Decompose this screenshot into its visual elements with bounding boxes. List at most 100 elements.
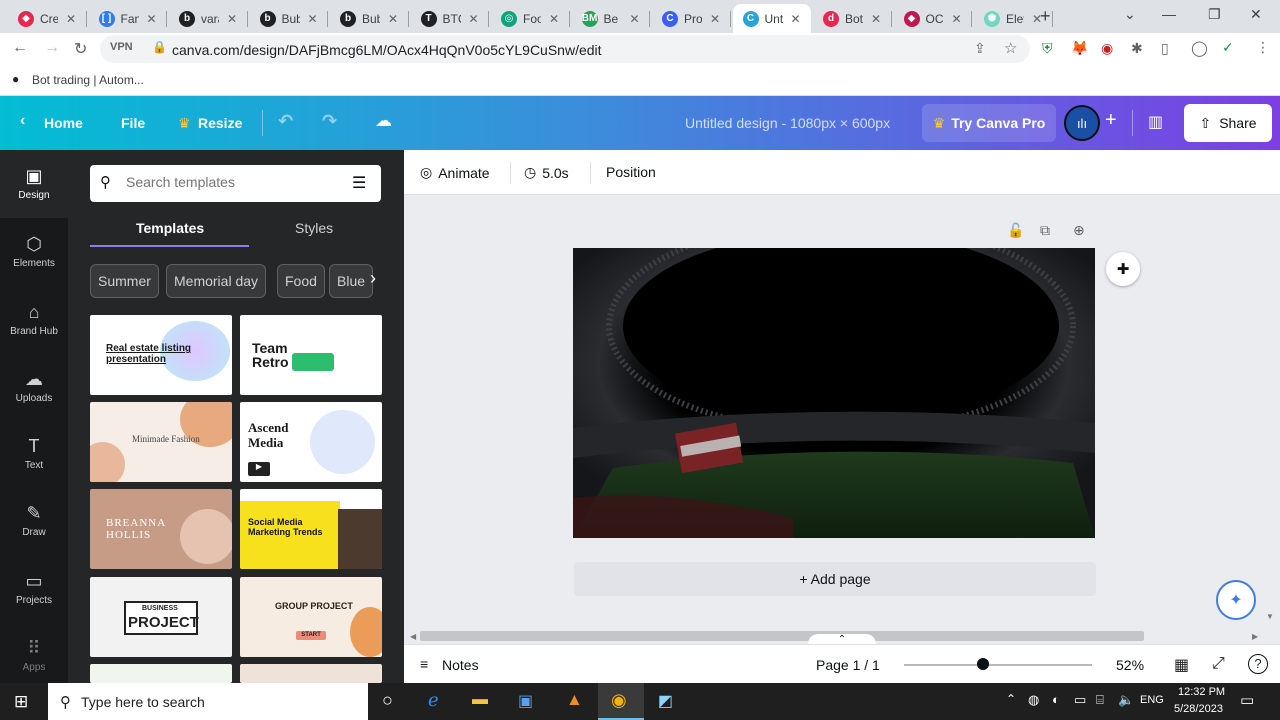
notifications-icon[interactable]: ▭ [1240,691,1254,709]
template-thumb-real-estate[interactable]: Real estate listing presentation [90,315,232,395]
template-thumb-breanna[interactable]: BREANNA HOLLIS [90,489,232,569]
zoom-slider-track[interactable] [904,664,1092,666]
duplicate-page-icon[interactable]: ⧉ [1040,222,1050,239]
omnibox[interactable]: VPN 🔒 canva.com/design/DAFjBmcg6LM/OAcx4… [100,35,1030,63]
zoom-slider-knob[interactable] [976,658,989,670]
network-icon[interactable]: ⌸ [1096,692,1104,708]
update-check-icon[interactable]: ✓ [1222,39,1234,56]
try-canva-pro-button[interactable]: ♛ Try Canva Pro [922,104,1056,142]
add-collaborator-icon[interactable]: + [1105,109,1117,132]
cortana-circle-icon[interactable]: ○ [382,690,393,711]
tab-close-icon[interactable]: ✕ [469,12,479,26]
tab-close-icon[interactable]: ✕ [710,12,720,26]
search-input[interactable] [126,174,336,190]
share-button[interactable]: ⇧ Share [1184,104,1272,142]
file-explorer-icon[interactable]: ▬ [472,691,488,709]
grid-view-icon[interactable]: ▦ [1174,655,1189,675]
resize-button[interactable]: Resize [198,115,242,131]
tab-close-icon[interactable]: ✕ [308,12,318,26]
rail-text[interactable]: T Text [0,436,68,471]
share-page-icon[interactable]: ⇪ [974,40,986,57]
template-thumb-partial[interactable] [90,664,232,683]
vpn-icon[interactable]: VPN [110,41,133,53]
tab-templates[interactable]: Templates [136,220,204,236]
animate-button[interactable]: ◎ Animate [420,164,490,181]
browser-tab[interactable]: [ ] Fan ✕ [89,4,167,33]
tab-close-icon[interactable]: ✕ [388,12,398,26]
template-search-box[interactable]: ⚲ ☰ [90,165,381,202]
tab-close-icon[interactable]: ✕ [66,12,76,26]
lock-icon[interactable]: 🔒 [152,40,167,54]
browser-tab[interactable]: ◎ Foo ✕ [491,4,570,33]
forward-arrow-icon[interactable]: → [44,39,60,57]
browser-tab[interactable]: b Bub ✕ [330,4,409,33]
duration-button[interactable]: ◷ 5.0s [524,164,569,181]
reload-icon[interactable]: ↻ [74,39,87,59]
chevron-right-icon[interactable]: › [370,268,376,289]
tab-close-icon[interactable]: ✕ [630,12,640,26]
chip-memorial-day[interactable]: Memorial day [166,264,267,298]
side-panel-icon[interactable]: ▯ [1161,40,1169,57]
template-thumb-team-retro[interactable]: Team Retro [240,315,382,395]
scroll-right-arrow-icon[interactable]: ▶ [1252,632,1258,641]
extension-icon[interactable]: ◉ [1101,40,1113,57]
rail-elements[interactable]: ⬡ Elements [0,234,68,269]
battery-icon[interactable]: ▭ [1074,692,1086,708]
browser-tab[interactable]: C Proj ✕ [652,4,731,33]
design-canvas[interactable] [573,248,1095,538]
volume-icon[interactable]: 🔈 [1118,692,1134,708]
clock-date[interactable]: 5/28/2023 [1174,703,1223,715]
magic-sparkle-icon[interactable]: ✦ [1216,580,1256,620]
app-icon[interactable]: ◩ [658,691,673,711]
template-thumb-minimade[interactable]: Minimade Fashion [90,402,232,482]
template-thumb-group-project[interactable]: GROUP PROJECT START [240,577,382,657]
insights-chart-icon[interactable]: ▥ [1148,112,1163,132]
chip-blue[interactable]: Blue [329,264,374,298]
browser-tab[interactable]: ◆ Cre ✕ [8,4,87,33]
comment-add-icon[interactable]: ✚ [1106,252,1140,286]
tab-close-icon[interactable]: ✕ [227,12,237,26]
rail-apps[interactable]: ⠿ Apps [0,638,68,673]
rail-draw[interactable]: ✎ Draw [0,503,68,538]
scroll-left-arrow-icon[interactable]: ◀ [410,632,416,641]
template-thumb-ascend-media[interactable]: Ascend Media ▶ [240,402,382,482]
file-menu-button[interactable]: File [121,115,145,131]
profile-icon[interactable]: ◯ [1191,39,1208,57]
rail-uploads[interactable]: ☁ Uploads [0,369,68,404]
store-icon[interactable]: ▣ [518,691,533,711]
browser-tab[interactable]: BM Be I ✕ [572,4,650,33]
rail-brand-hub[interactable]: ⌂ Brand Hub [0,302,68,337]
rail-projects[interactable]: ▭ Projects [0,571,68,606]
browser-tab[interactable]: ◆ OCI ✕ [894,4,972,33]
template-thumb-partial[interactable] [240,664,382,683]
browser-tab[interactable]: d Bot ✕ [813,4,892,33]
minimize-icon[interactable]: — [1162,6,1176,22]
browser-tab[interactable]: T BTC ✕ [411,4,489,33]
vlc-cone-icon[interactable]: ▲ [566,690,583,710]
tab-styles[interactable]: Styles [295,220,333,236]
metamask-fox-icon[interactable]: 🦊 [1071,40,1088,57]
back-arrow-icon[interactable]: ← [12,39,28,57]
tab-close-icon[interactable]: ✕ [871,12,881,26]
chrome-menu-icon[interactable]: ⋮ [1256,39,1270,56]
tab-close-icon[interactable]: ✕ [147,12,157,26]
add-page-icon[interactable]: ⊕ [1073,222,1085,239]
edge-browser-icon[interactable]: ℯ [428,690,439,711]
add-page-button[interactable]: + Add page [574,562,1096,596]
tab-close-icon[interactable]: ✕ [952,12,962,26]
restore-icon[interactable]: ❐ [1208,6,1221,23]
language-indicator[interactable]: ENG [1140,694,1164,706]
tray-chevron-icon[interactable]: ⌃ [1006,692,1016,706]
position-button[interactable]: Position [606,164,656,180]
browser-tab[interactable]: C Unt ✕ [732,4,811,33]
fullscreen-icon[interactable]: ⤢ [1212,655,1225,673]
tab-search-chevron-icon[interactable]: ⌄ [1124,6,1136,23]
template-thumb-business-project[interactable]: BUSINESS PROJECT [90,577,232,657]
puzzle-extensions-icon[interactable]: ✱ [1131,40,1143,57]
bookmark-bot-trading[interactable]: Bot trading | Autom... [32,73,144,87]
design-title[interactable]: Untitled design - 1080px × 600px [685,115,890,131]
redo-icon[interactable]: ↷ [322,111,337,132]
rail-design[interactable]: ▣ Design [0,150,68,218]
template-thumb-social-media[interactable]: Social Media Marketing Trends [240,489,382,569]
horizontal-scrollbar-thumb[interactable] [420,631,1144,641]
